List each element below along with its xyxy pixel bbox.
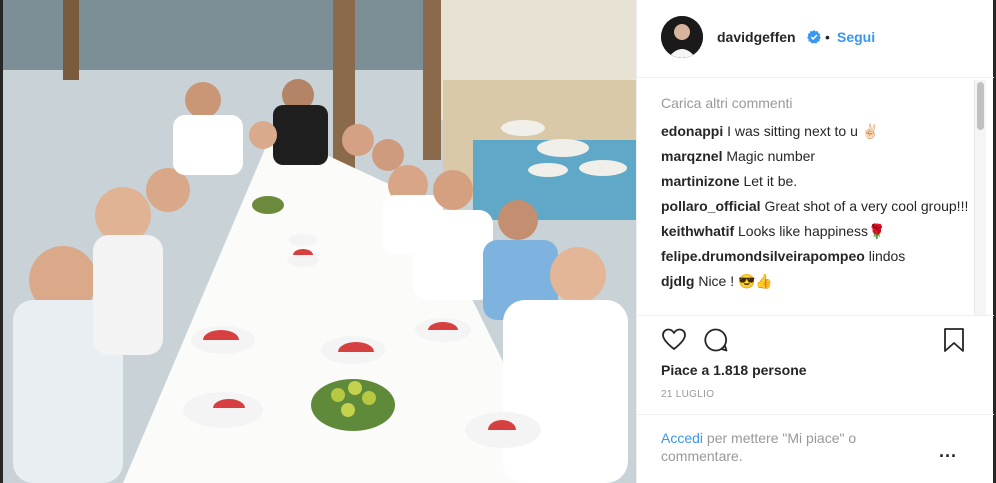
comment: edonappi I was sitting next to u ✌🏻 (661, 122, 977, 140)
bookmark-icon[interactable] (941, 327, 967, 353)
avatar-image (661, 16, 703, 58)
verified-badge-icon (807, 30, 821, 44)
comment-text: Nice ! 😎👍 (698, 273, 773, 289)
comment: martinizone Let it be. (661, 172, 977, 190)
comment-text: Let it be. (743, 173, 798, 189)
comment-username[interactable]: pollaro_official (661, 198, 761, 214)
heart-icon[interactable] (661, 327, 687, 353)
scrollbar-thumb[interactable] (977, 82, 984, 130)
login-link[interactable]: Accedi (661, 430, 703, 446)
load-more-comments-link[interactable]: Carica altri commenti (661, 94, 977, 118)
comment-text: Great shot of a very cool group!!! (764, 198, 969, 214)
comment-username[interactable]: djdlg (661, 273, 694, 289)
comment-icon[interactable] (703, 327, 729, 353)
comments-list: Carica altri commenti edonappi I was sit… (661, 94, 977, 297)
comment: djdlg Nice ! 😎👍 (661, 272, 977, 290)
comment-username[interactable]: edonappi (661, 123, 723, 139)
more-options-icon[interactable]: ... (939, 441, 957, 462)
comment-username[interactable]: martinizone (661, 173, 740, 189)
post-photo[interactable] (3, 0, 636, 483)
comment: pollaro_official Great shot of a very co… (661, 197, 977, 215)
comment-text: Looks like happiness🌹 (738, 223, 886, 239)
post-window: davidgeffen • Segui Carica altri comment… (0, 0, 996, 483)
avatar[interactable] (661, 16, 703, 58)
comment-username[interactable]: keithwhatif (661, 223, 734, 239)
username[interactable]: davidgeffen (717, 29, 796, 45)
comments-scrollbar[interactable] (974, 80, 986, 316)
comment: felipe.drumondsilveirapompeo lindos (661, 247, 977, 265)
comment-username[interactable]: marqznel (661, 148, 722, 164)
comment: keithwhatif Looks like happiness🌹 (661, 222, 977, 240)
likes-count[interactable]: Piace a 1.818 persone (661, 362, 807, 378)
comment-text: I was sitting next to u ✌🏻 (727, 123, 880, 139)
post-sidebar: davidgeffen • Segui Carica altri comment… (636, 0, 994, 483)
comment-username[interactable]: felipe.drumondsilveirapompeo (661, 248, 865, 264)
follow-button[interactable]: Segui (837, 29, 875, 45)
post-header: davidgeffen • Segui (637, 0, 994, 78)
comment-text: Magic number (726, 148, 816, 164)
separator-dot: • (825, 29, 830, 45)
comment: marqznel Magic number (661, 147, 977, 165)
action-bar (637, 315, 994, 361)
post-date: 21 LUGLIO (661, 389, 715, 400)
photo-illustration (3, 0, 636, 483)
login-footer: Accedi per mettere "Mi piace" o commenta… (637, 414, 994, 483)
login-prompt: Accedi per mettere "Mi piace" o commenta… (661, 429, 911, 465)
comment-text: lindos (868, 248, 906, 264)
